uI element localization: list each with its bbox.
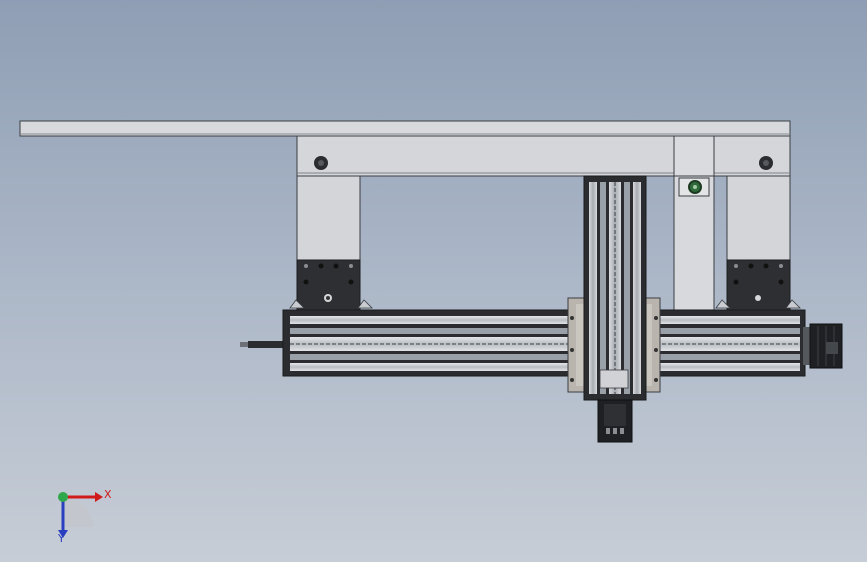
top-plate (19, 120, 791, 137)
z-axis-dot-icon (58, 492, 68, 502)
cad-viewport[interactable]: X Y (0, 0, 867, 562)
gantry-model[interactable]: X Y (0, 0, 867, 562)
bottom-motor-icon (597, 399, 633, 443)
horizontal-linear-module (240, 299, 806, 377)
right-motor-icon (803, 323, 843, 369)
y-axis-label: Y (57, 532, 65, 545)
left-knob-icon (314, 156, 328, 170)
right-leg (726, 175, 791, 321)
x-axis-label: X (104, 488, 112, 501)
right-knob-icon (759, 156, 773, 170)
vertical-linear-module (583, 175, 647, 401)
coordinate-triad: X Y (57, 488, 112, 545)
left-leg (296, 175, 361, 321)
cross-beam (296, 135, 791, 177)
